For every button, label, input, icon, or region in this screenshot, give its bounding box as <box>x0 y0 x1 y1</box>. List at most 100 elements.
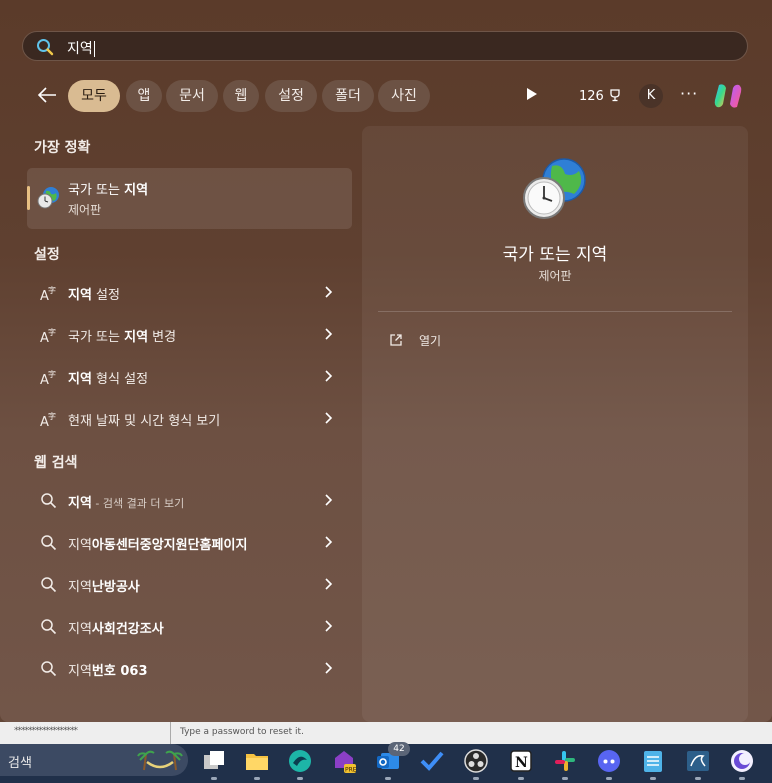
web-result-label: 지역난방공사 <box>68 576 140 595</box>
beach-hammock-icon <box>137 750 183 771</box>
rewards-points[interactable]: 126 <box>579 88 622 104</box>
preview-divider <box>378 311 732 312</box>
settings-result-label: 지역 설정 <box>68 284 120 303</box>
preview-title: 국가 또는 지역 <box>502 245 608 265</box>
svg-text:字: 字 <box>48 369 56 379</box>
web-result[interactable]: 지역 - 검색 결과 더 보기 <box>27 481 352 521</box>
account-avatar[interactable]: K <box>639 84 663 108</box>
running-indicator <box>739 777 745 780</box>
label-bold: 지역 <box>68 372 92 387</box>
chevron-right-icon <box>325 536 333 548</box>
label-pre: 지역 <box>68 622 92 637</box>
search-icon <box>41 619 57 635</box>
best-match-heading: 가장 정확 <box>34 140 91 156</box>
label-rest: 형식 설정 <box>91 372 149 387</box>
search-icon <box>41 493 57 509</box>
running-indicator <box>650 777 656 780</box>
settings-result-label: 현재 날짜 및 시간 형식 보기 <box>68 410 220 429</box>
filter-chip-documents[interactable]: 문서 <box>166 80 218 112</box>
obs-studio-icon[interactable] <box>463 748 489 774</box>
slack-icon[interactable] <box>552 748 578 774</box>
search-icon <box>41 577 57 593</box>
start-search-panel: 지역 모두 앱 문서 웹 설정 폴더 사진 126 K ··· 가장 정확 국가… <box>0 0 772 722</box>
selection-accent-bar <box>27 186 30 210</box>
settings-result-region-settings[interactable]: A字 지역 설정 <box>27 273 352 313</box>
best-match-subtitle: 제어판 <box>68 203 102 217</box>
label-bold: 지역 <box>68 496 92 511</box>
svg-text:字: 字 <box>48 411 56 421</box>
running-indicator <box>254 777 260 780</box>
filter-chip-settings[interactable]: 설정 <box>265 80 317 112</box>
settings-heading: 설정 <box>34 247 60 263</box>
search-icon <box>41 661 57 677</box>
copilot-icon[interactable] <box>712 80 744 112</box>
filter-chip-apps[interactable]: 앱 <box>126 80 162 112</box>
back-arrow-icon[interactable] <box>36 85 58 105</box>
filter-chip-photos[interactable]: 사진 <box>378 80 430 112</box>
svg-text:PRE: PRE <box>345 767 357 774</box>
filter-chip-web[interactable]: 웹 <box>223 80 259 112</box>
notepad-icon[interactable] <box>640 748 666 774</box>
file-explorer-icon[interactable] <box>244 748 270 774</box>
notion-icon[interactable]: N <box>508 748 534 774</box>
settings-result-label: 지역 형식 설정 <box>68 368 148 387</box>
label-bold: 지역 <box>68 288 92 303</box>
taskbar-search-box[interactable]: 검색 <box>0 744 188 776</box>
best-match-title-prefix: 국가 또는 <box>68 183 125 198</box>
web-result[interactable]: 지역아동센터중앙지원단홈페이지 <box>27 523 352 563</box>
result-preview-pane: 국가 또는 지역 제어판 열기 <box>362 126 748 722</box>
running-indicator <box>211 777 217 780</box>
browser-app-icon[interactable] <box>287 748 313 774</box>
label-bold: 난방공사 <box>91 580 140 595</box>
running-indicator <box>473 777 479 780</box>
open-action[interactable]: 열기 <box>419 332 441 349</box>
text-caret <box>93 41 95 57</box>
power-apps-preview-icon[interactable]: PRE <box>331 748 357 774</box>
search-box[interactable]: 지역 <box>22 31 748 61</box>
search-icon <box>41 535 57 551</box>
rewards-points-value: 126 <box>579 89 604 104</box>
todo-checkmark-icon[interactable] <box>419 748 445 774</box>
svg-text:字: 字 <box>48 327 56 337</box>
label-bold: 아동센터중앙지원단홈페이지 <box>91 538 248 553</box>
chevron-right-icon <box>325 328 333 340</box>
web-result[interactable]: 지역난방공사 <box>27 565 352 605</box>
web-result[interactable]: 지역번호 063 <box>27 649 352 689</box>
running-indicator <box>385 777 391 780</box>
task-view-icon[interactable] <box>201 748 227 774</box>
discord-icon[interactable] <box>596 748 622 774</box>
globe-clock-icon <box>37 187 59 209</box>
language-settings-icon: A字 <box>40 327 56 344</box>
filter-chip-folders[interactable]: 폴더 <box>322 80 374 112</box>
best-match-title-bold: 지역 <box>124 183 149 198</box>
running-indicator <box>297 777 303 780</box>
background-window-sliver: ****************** Type a password to re… <box>0 722 772 744</box>
mysql-workbench-icon[interactable] <box>685 748 711 774</box>
label-pre: 지역 <box>68 664 92 679</box>
preview-subtitle: 제어판 <box>538 269 572 283</box>
settings-result-region-format[interactable]: A字 지역 형식 설정 <box>27 357 352 397</box>
label-rest: 현재 날짜 및 시간 형식 보기 <box>68 414 221 429</box>
moon-app-icon[interactable] <box>729 748 755 774</box>
chevron-right-icon <box>325 578 333 590</box>
language-settings-icon: A字 <box>40 411 56 428</box>
settings-result-date-time-format[interactable]: A字 현재 날짜 및 시간 형식 보기 <box>27 399 352 439</box>
running-indicator <box>518 777 524 780</box>
search-query-text: 지역 <box>67 41 93 57</box>
password-mask-text: ****************** <box>14 726 78 736</box>
open-external-icon[interactable] <box>389 333 403 347</box>
filter-chip-all[interactable]: 모두 <box>68 80 120 112</box>
play-icon[interactable] <box>527 88 537 100</box>
search-input[interactable]: 지역 <box>67 38 95 58</box>
background-divider <box>170 722 171 744</box>
label-sub: - 검색 결과 더 보기 <box>91 497 185 510</box>
chevron-right-icon <box>325 370 333 382</box>
chevron-right-icon <box>325 494 333 506</box>
best-match-result[interactable]: 국가 또는 지역 제어판 <box>27 168 352 229</box>
settings-result-change-region[interactable]: A字 국가 또는 지역 변경 <box>27 315 352 355</box>
more-options-button[interactable]: ··· <box>680 84 698 103</box>
web-result[interactable]: 지역사회건강조사 <box>27 607 352 647</box>
web-result-label: 지역번호 063 <box>68 660 148 679</box>
label-rest: 변경 <box>148 330 177 345</box>
running-indicator <box>695 777 701 780</box>
